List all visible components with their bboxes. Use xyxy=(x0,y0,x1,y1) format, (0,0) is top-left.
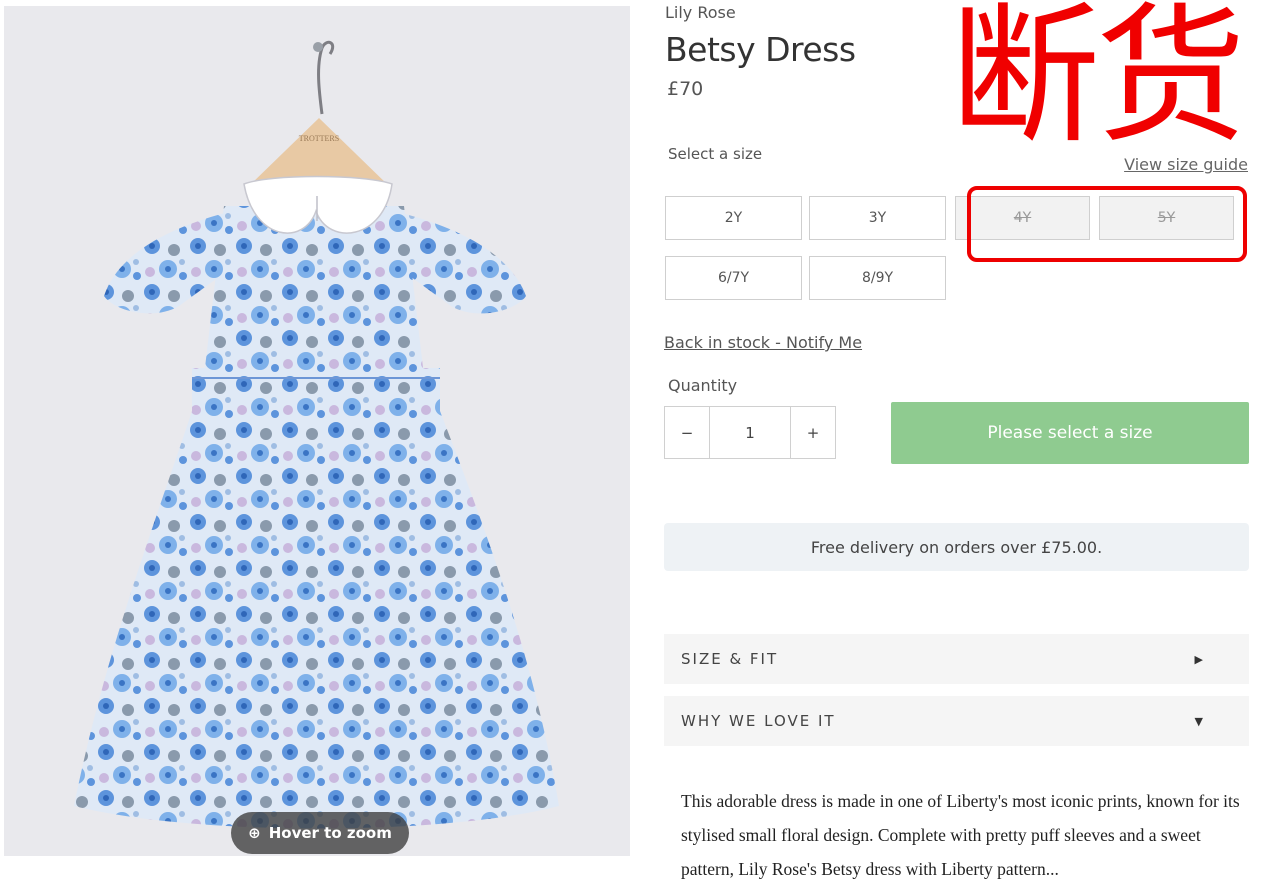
hanger-brand-text: TROTTERS xyxy=(299,134,339,143)
quantity-input[interactable]: 1 xyxy=(709,407,791,458)
product-description: This adorable dress is made in one of Li… xyxy=(681,791,1240,879)
add-to-bag-button[interactable]: Please select a size xyxy=(891,402,1249,464)
size-select-label: Select a size xyxy=(668,145,763,163)
free-delivery-banner: Free delivery on orders over £75.00. xyxy=(664,523,1249,571)
accordion-size-fit[interactable]: SIZE & FIT ▶ xyxy=(664,634,1249,684)
accordion-why-we-love-it-label: WHY WE LOVE IT xyxy=(681,712,836,730)
notify-me-link[interactable]: Back in stock - Notify Me xyxy=(664,333,862,352)
product-brand[interactable]: Lily Rose xyxy=(665,3,736,22)
quantity-increase-button[interactable]: + xyxy=(791,407,835,458)
hover-to-zoom-pill[interactable]: ⊕ Hover to zoom xyxy=(231,812,409,854)
quantity-decrease-button[interactable]: − xyxy=(665,407,709,458)
quantity-stepper: − 1 + xyxy=(664,406,836,459)
caret-right-icon: ▶ xyxy=(1194,652,1205,666)
size-guide-link[interactable]: View size guide xyxy=(1124,155,1248,174)
caret-down-icon: ▼ xyxy=(1194,714,1205,728)
dress-illustration: TROTTERS xyxy=(74,40,559,829)
out-of-stock-stamp: 断货 xyxy=(950,0,1246,164)
accordion-why-we-love-it[interactable]: WHY WE LOVE IT ▼ xyxy=(664,696,1249,746)
product-price: £70 xyxy=(667,78,704,100)
product-image[interactable]: TROTTERS ⊕ Hover to zoom xyxy=(4,6,630,856)
zoom-label: Hover to zoom xyxy=(268,824,392,842)
size-option-8-9y[interactable]: 8/9Y xyxy=(809,256,946,300)
size-option-2y[interactable]: 2Y xyxy=(665,196,802,240)
zoom-icon: ⊕ xyxy=(248,824,261,842)
accordion-size-fit-label: SIZE & FIT xyxy=(681,650,779,668)
product-title: Betsy Dress xyxy=(665,30,856,69)
size-option-3y[interactable]: 3Y xyxy=(809,196,946,240)
quantity-label: Quantity xyxy=(668,376,738,395)
out-of-stock-highlight-box xyxy=(967,186,1247,262)
size-option-6-7y[interactable]: 6/7Y xyxy=(665,256,802,300)
